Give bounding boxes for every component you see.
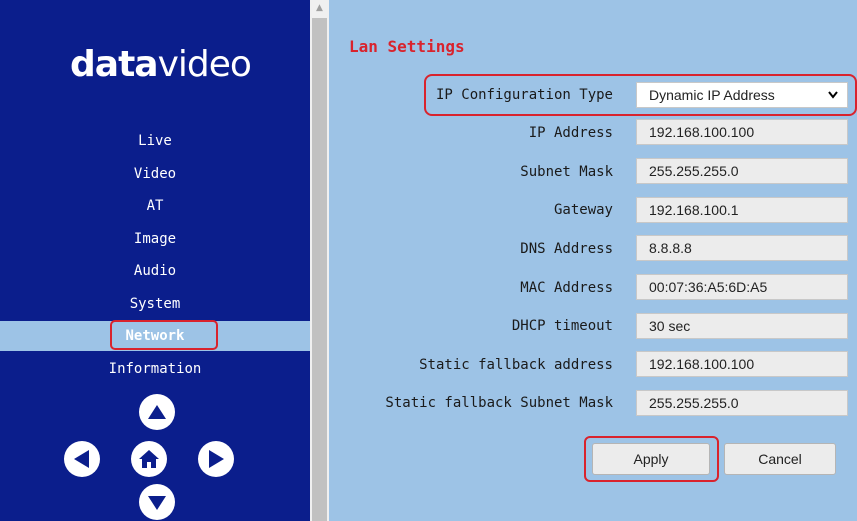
datavideo-logo: datavideo xyxy=(70,44,252,85)
ip-config-select[interactable]: Dynamic IP Address xyxy=(636,82,848,108)
sidebar-item-audio[interactable]: Audio xyxy=(0,256,310,286)
mac-address-field[interactable]: 00:07:36:A5:6D:A5 xyxy=(636,274,848,300)
arrow-down-icon[interactable] xyxy=(139,484,175,520)
cancel-button[interactable]: Cancel xyxy=(724,443,836,475)
dhcp-timeout-field[interactable]: 30 sec xyxy=(636,313,848,339)
scroll-up-icon[interactable]: ▲ xyxy=(310,0,329,17)
static-fallback-subnet-label: Static fallback Subnet Mask xyxy=(385,395,613,411)
sidebar-item-live[interactable]: Live xyxy=(0,126,310,156)
ip-config-value: Dynamic IP Address xyxy=(649,87,775,103)
sidebar-item-video[interactable]: Video xyxy=(0,159,310,189)
ip-address-label: IP Address xyxy=(528,125,613,141)
static-fallback-subnet-field[interactable]: 255.255.255.0 xyxy=(636,390,848,416)
static-fallback-address-label: Static fallback address xyxy=(419,357,613,373)
scrollbar[interactable]: ▲ xyxy=(310,0,329,521)
subnet-mask-field[interactable]: 255.255.255.0 xyxy=(636,158,848,184)
dns-address-label: DNS Address xyxy=(520,241,613,257)
gateway-field[interactable]: 192.168.100.1 xyxy=(636,197,848,223)
sidebar: datavideo Live Video AT Image Audio Syst… xyxy=(0,0,310,521)
apply-button[interactable]: Apply xyxy=(592,443,710,475)
section-title: Lan Settings xyxy=(349,37,465,56)
home-icon[interactable] xyxy=(131,441,167,477)
subnet-mask-label: Subnet Mask xyxy=(520,164,613,180)
arrow-right-icon[interactable] xyxy=(198,441,234,477)
chevron-down-icon xyxy=(827,83,839,115)
sidebar-item-at[interactable]: AT xyxy=(0,191,310,221)
sidebar-item-image[interactable]: Image xyxy=(0,224,310,254)
mac-address-label: MAC Address xyxy=(520,280,613,296)
sidebar-item-system[interactable]: System xyxy=(0,289,310,319)
dns-address-field[interactable]: 8.8.8.8 xyxy=(636,235,848,261)
arrow-up-icon[interactable] xyxy=(139,394,175,430)
ip-config-label: IP Configuration Type xyxy=(435,87,613,103)
sidebar-item-information[interactable]: Information xyxy=(0,354,310,384)
dhcp-timeout-label: DHCP timeout xyxy=(511,318,613,334)
gateway-label: Gateway xyxy=(553,202,613,218)
arrow-left-icon[interactable] xyxy=(64,441,100,477)
ip-address-field[interactable]: 192.168.100.100 xyxy=(636,119,848,145)
static-fallback-address-field[interactable]: 192.168.100.100 xyxy=(636,351,848,377)
scroll-thumb[interactable] xyxy=(312,18,327,521)
network-highlight-box xyxy=(110,320,218,350)
